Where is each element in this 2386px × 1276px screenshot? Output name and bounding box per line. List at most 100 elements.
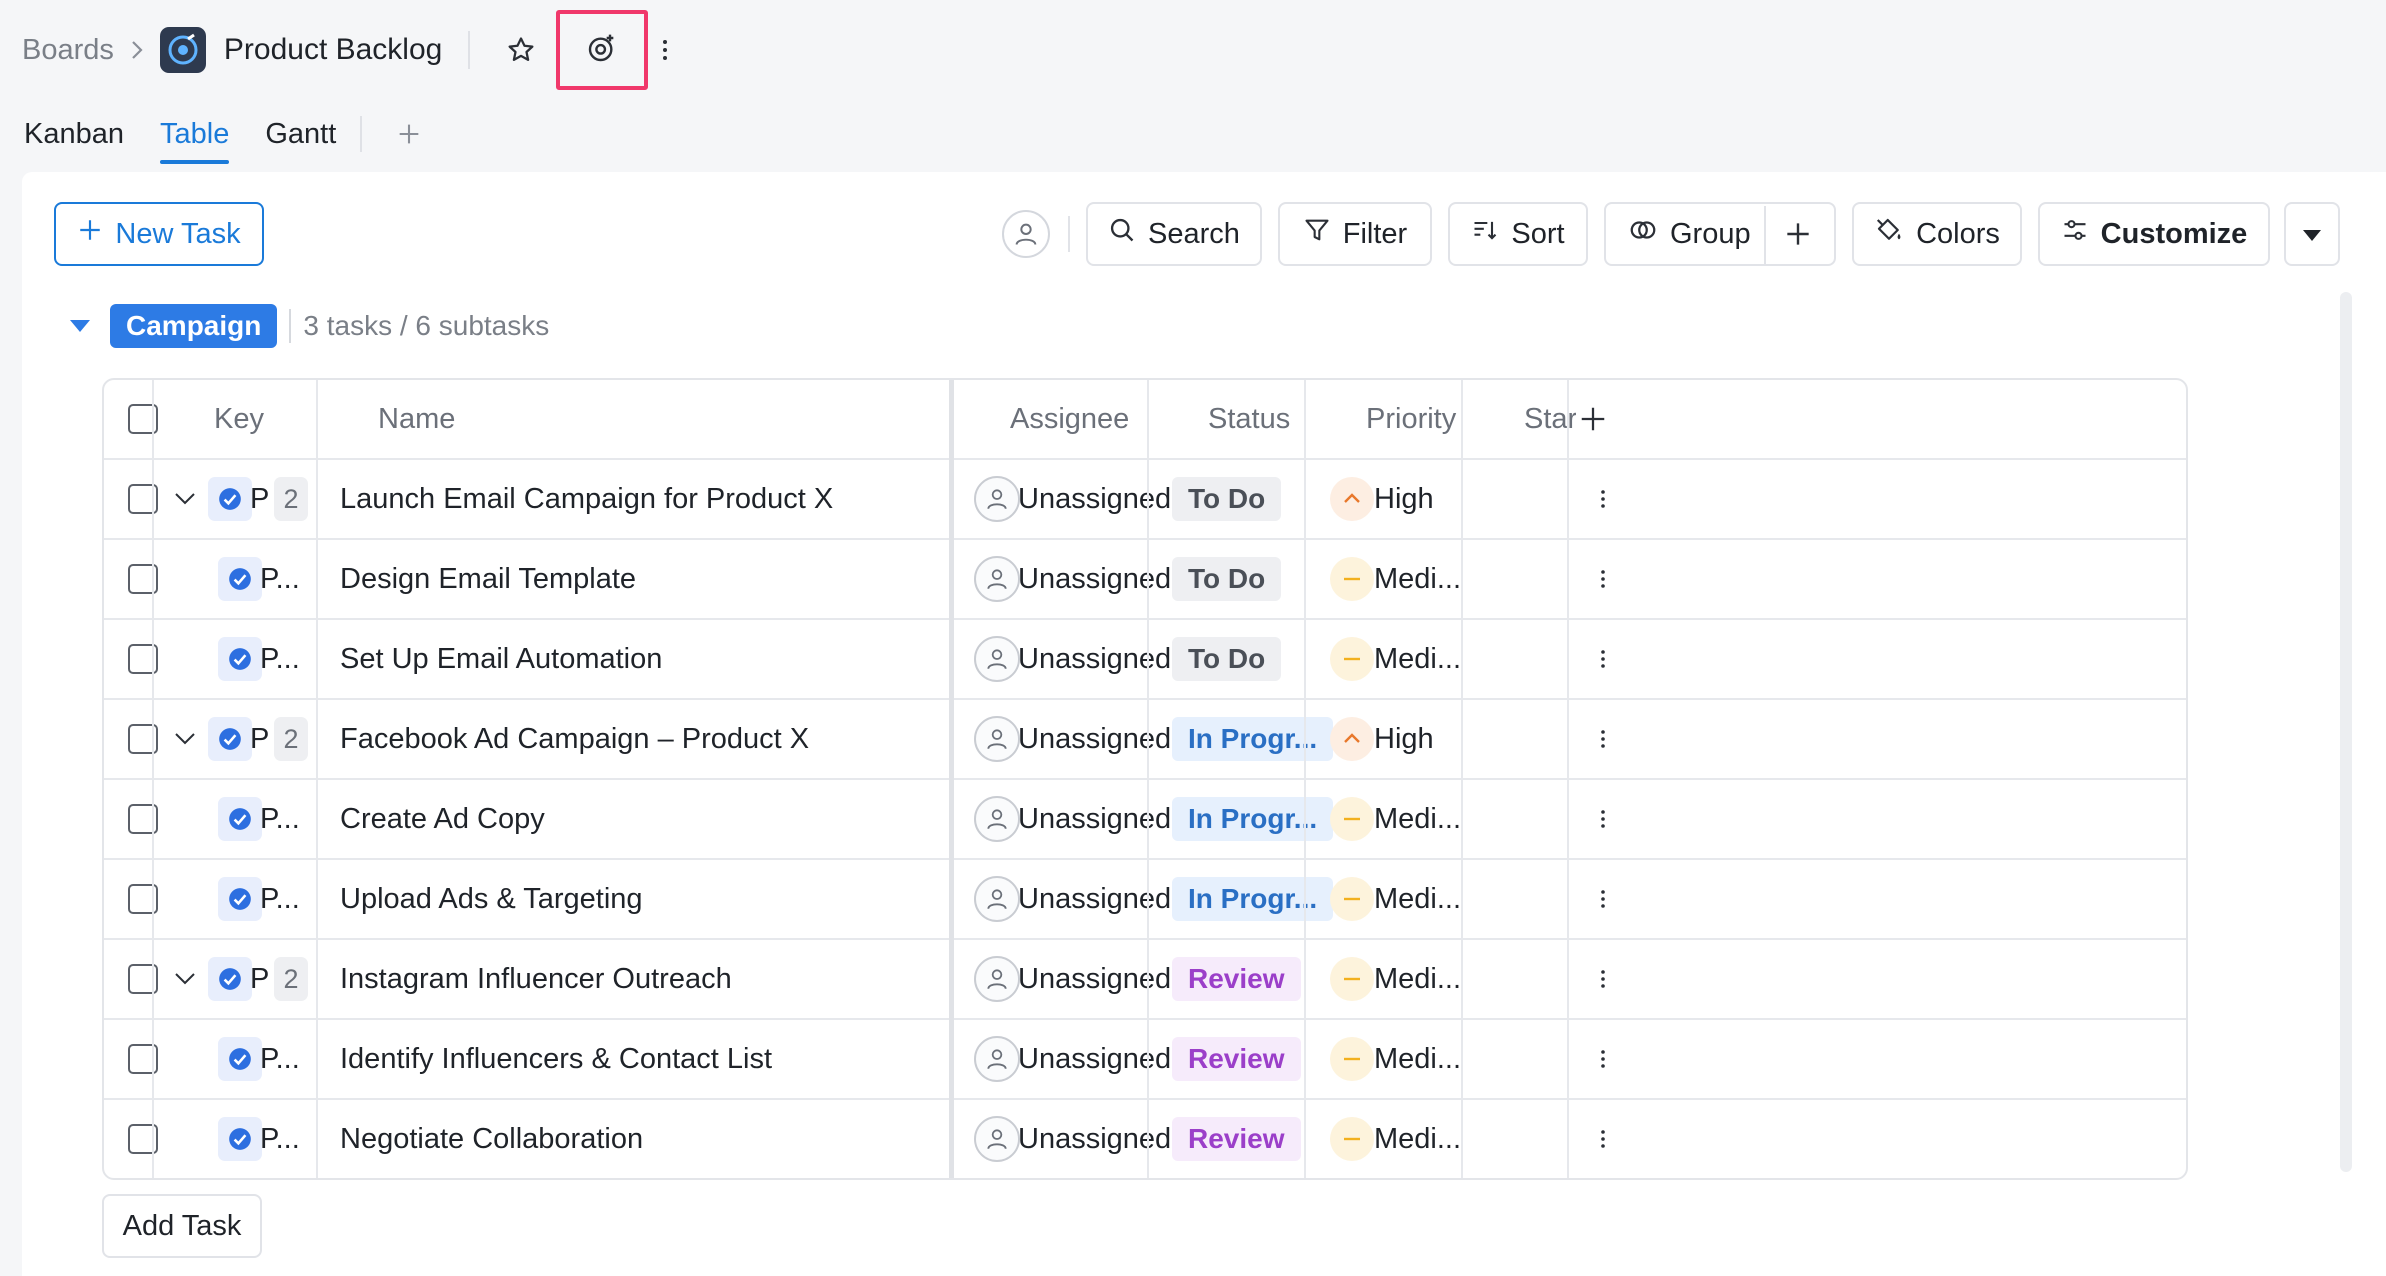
- task-key[interactable]: P...: [260, 620, 300, 698]
- column-header-priority[interactable]: Priority: [1366, 380, 1456, 458]
- table-row[interactable]: P 2 Launch Email Campaign for Product X Una…: [104, 460, 2186, 540]
- assignee-avatar[interactable]: [974, 1020, 1020, 1098]
- table-row[interactable]: P 2 Facebook Ad Campaign – Product X Unassi…: [104, 700, 2186, 780]
- task-name[interactable]: Design Email Template: [340, 540, 636, 618]
- row-kebab-icon[interactable]: [1588, 620, 1618, 698]
- status-cell[interactable]: To Do: [1172, 460, 1282, 538]
- column-header-assignee[interactable]: Assignee: [1010, 380, 1129, 458]
- add-column-plus-icon[interactable]: [1578, 380, 1608, 458]
- task-name[interactable]: Negotiate Collaboration: [340, 1100, 643, 1178]
- board-title[interactable]: Product Backlog: [224, 33, 442, 67]
- search-label: Search: [1148, 217, 1240, 250]
- assignee-avatar[interactable]: [974, 860, 1020, 938]
- status-cell[interactable]: Review: [1172, 1020, 1301, 1098]
- colors-label: Colors: [1916, 217, 2000, 250]
- row-kebab-icon[interactable]: [1588, 860, 1618, 938]
- table-row[interactable]: P... Upload Ads & Targeting Unassigned In P…: [104, 860, 2186, 940]
- priority-cell[interactable]: [1330, 1020, 1374, 1098]
- add-view-plus-icon[interactable]: [384, 109, 434, 159]
- new-task-button[interactable]: New Task: [54, 202, 264, 266]
- assignee-avatar[interactable]: [974, 540, 1020, 618]
- tab-table[interactable]: Table: [160, 104, 230, 164]
- status-cell[interactable]: Review: [1172, 1100, 1301, 1178]
- task-key[interactable]: P: [250, 460, 269, 538]
- status-cell[interactable]: In Progr...: [1172, 700, 1334, 778]
- task-name[interactable]: Facebook Ad Campaign – Product X: [340, 700, 809, 778]
- priority-cell[interactable]: [1330, 620, 1374, 698]
- table-row[interactable]: P... Identify Influencers & Contact List U…: [104, 1020, 2186, 1100]
- breadcrumb-boards[interactable]: Boards: [22, 34, 114, 67]
- table-row[interactable]: P... Create Ad Copy Unassigned In Progr... M…: [104, 780, 2186, 860]
- colors-button[interactable]: Colors: [1852, 202, 2022, 266]
- vertical-scrollbar[interactable]: [2340, 292, 2352, 1172]
- table-row[interactable]: P... Set Up Email Automation Unassigned To …: [104, 620, 2186, 700]
- priority-cell[interactable]: [1330, 780, 1374, 858]
- add-group-plus-icon[interactable]: [1782, 218, 1814, 258]
- status-cell[interactable]: In Progr...: [1172, 860, 1334, 938]
- kebab-icon[interactable]: [648, 25, 682, 75]
- row-kebab-icon[interactable]: [1588, 940, 1618, 1018]
- row-kebab-icon[interactable]: [1588, 540, 1618, 618]
- assignee-avatar[interactable]: [974, 1100, 1020, 1178]
- view-options-dropdown[interactable]: [2284, 202, 2340, 266]
- task-name[interactable]: Identify Influencers & Contact List: [340, 1020, 772, 1098]
- group-header: Campaign 3 tasks / 6 subtasks: [62, 302, 549, 350]
- priority-cell[interactable]: [1330, 540, 1374, 618]
- column-header-name[interactable]: Name: [378, 380, 455, 458]
- expand-chevron-icon[interactable]: [170, 460, 200, 538]
- frozen-column-divider[interactable]: [949, 380, 954, 1178]
- table-row[interactable]: P... Design Email Template Unassigned To Do…: [104, 540, 2186, 620]
- table-row[interactable]: P... Negotiate Collaboration Unassigned Rev…: [104, 1100, 2186, 1178]
- priority-cell[interactable]: [1330, 700, 1374, 778]
- customize-button[interactable]: Customize: [2038, 202, 2270, 266]
- status-cell[interactable]: To Do: [1172, 540, 1282, 618]
- filter-button[interactable]: Filter: [1278, 202, 1432, 266]
- task-name[interactable]: Create Ad Copy: [340, 780, 545, 858]
- tab-gantt[interactable]: Gantt: [265, 104, 336, 164]
- row-kebab-icon[interactable]: [1588, 700, 1618, 778]
- assignee-avatar[interactable]: [974, 620, 1020, 698]
- status-cell[interactable]: Review: [1172, 940, 1301, 1018]
- task-name[interactable]: Launch Email Campaign for Product X: [340, 460, 833, 538]
- divider: [360, 116, 363, 152]
- priority-cell[interactable]: [1330, 940, 1374, 1018]
- task-name[interactable]: Instagram Influencer Outreach: [340, 940, 732, 1018]
- table-row[interactable]: P 2 Instagram Influencer Outreach Unassigne…: [104, 940, 2186, 1020]
- priority-cell[interactable]: [1330, 460, 1374, 538]
- search-button[interactable]: Search: [1086, 202, 1262, 266]
- expand-chevron-icon[interactable]: [170, 700, 200, 778]
- status-cell[interactable]: In Progr...: [1172, 780, 1334, 858]
- task-key[interactable]: P...: [260, 1020, 300, 1098]
- task-key[interactable]: P...: [260, 1100, 300, 1178]
- task-key[interactable]: P: [250, 700, 269, 778]
- task-name[interactable]: Upload Ads & Targeting: [340, 860, 643, 938]
- priority-cell[interactable]: [1330, 860, 1374, 938]
- sort-button[interactable]: Sort: [1448, 202, 1588, 266]
- column-header-status[interactable]: Status: [1208, 380, 1290, 458]
- task-name[interactable]: Set Up Email Automation: [340, 620, 662, 698]
- row-kebab-icon[interactable]: [1588, 780, 1618, 858]
- group-name-badge[interactable]: Campaign: [110, 304, 278, 348]
- status-cell[interactable]: To Do: [1172, 620, 1282, 698]
- assignee-avatar[interactable]: [974, 780, 1020, 858]
- group-collapse-caret-icon[interactable]: [62, 306, 98, 346]
- assignee-avatar[interactable]: [974, 700, 1020, 778]
- group-button[interactable]: Group: [1604, 202, 1836, 266]
- watch-button[interactable]: [556, 10, 649, 90]
- column-header-key[interactable]: Key: [214, 380, 264, 458]
- task-key[interactable]: P...: [260, 780, 300, 858]
- row-kebab-icon[interactable]: [1588, 1100, 1618, 1178]
- task-key[interactable]: P...: [260, 860, 300, 938]
- assignee-avatar[interactable]: [974, 940, 1020, 1018]
- task-key[interactable]: P...: [260, 540, 300, 618]
- row-kebab-icon[interactable]: [1588, 1020, 1618, 1098]
- assignee-filter-avatar[interactable]: [1002, 210, 1050, 258]
- expand-chevron-icon[interactable]: [170, 940, 200, 1018]
- task-key[interactable]: P: [250, 940, 269, 1018]
- row-kebab-icon[interactable]: [1588, 460, 1618, 538]
- tab-kanban[interactable]: Kanban: [24, 104, 124, 164]
- star-icon[interactable]: [496, 25, 546, 75]
- priority-cell[interactable]: [1330, 1100, 1374, 1178]
- add-task-button[interactable]: Add Task: [102, 1194, 262, 1258]
- assignee-avatar[interactable]: [974, 460, 1020, 538]
